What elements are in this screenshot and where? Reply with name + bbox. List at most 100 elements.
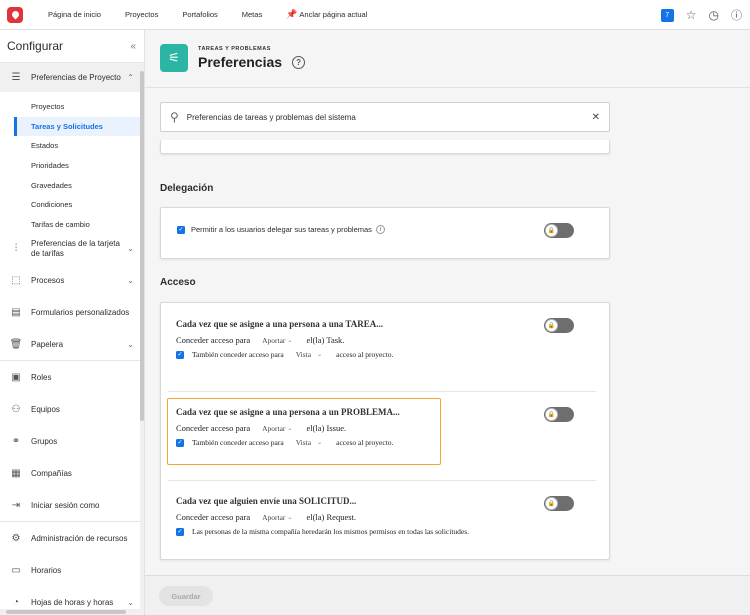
grant-access-dropdown[interactable]: Aportar ⌄ — [262, 336, 292, 345]
pin-page-button[interactable]: 📌 Anclar página actual — [274, 9, 379, 20]
save-button[interactable]: Guardar — [159, 586, 213, 606]
delegate-checkbox[interactable]: ✓ — [177, 225, 185, 234]
project-access-dropdown[interactable]: Vista ⌄ — [296, 350, 322, 359]
chevron-down-icon: ⌄ — [317, 352, 323, 358]
also-grant-checkbox[interactable]: ✓ — [176, 350, 184, 359]
sidebar-title: Configurar — [7, 39, 64, 53]
task-lock-toggle[interactable]: 🔒 — [544, 318, 574, 333]
grant-access-value: Aportar — [262, 335, 286, 345]
sidebar-item-roles[interactable]: ▣ Roles — [0, 361, 144, 393]
nav-home[interactable]: Página de inicio — [30, 10, 113, 19]
top-nav: Página de inicio Proyectos Portafolios M… — [30, 0, 379, 30]
sidebar-sub-conditions[interactable]: Condiciones — [0, 195, 144, 215]
chevron-down-icon: ⌄ — [127, 339, 134, 349]
sidebar-item-processes[interactable]: ⬚ Procesos ⌄ — [0, 264, 144, 296]
history-icon[interactable]: ◷ — [709, 8, 719, 22]
sidebar-item-custom-forms[interactable]: ▤ Formularios personalizados — [0, 296, 144, 328]
sidebar-item-label: Roles — [31, 372, 52, 382]
sidebar-scroll-thumb[interactable] — [140, 71, 144, 421]
nav-portfolios[interactable]: Portafolios — [170, 10, 229, 19]
sidebar-item-resource-management[interactable]: ⚙ Administración de recursos — [0, 522, 144, 554]
sidebar-item-label: Formularios personalizados — [31, 307, 130, 317]
grant-target: el(la) Request. — [306, 512, 357, 522]
chevron-up-icon: ⌃ — [127, 73, 134, 82]
help-circle-icon[interactable]: ? — [292, 55, 306, 69]
chevron-down-icon: ⌄ — [127, 244, 134, 254]
sidebar-item-label: Preferencias de la tarjeta de tarifas — [31, 239, 120, 259]
also-grant-line: ✓ También conceder acceso para Vista ⌄ ac… — [176, 350, 596, 359]
sidebar-sub-tasks-requests[interactable]: Tareas y Solicitudes — [14, 116, 144, 137]
top-bar: Página de inicio Proyectos Portafolios M… — [0, 0, 750, 30]
section-heading-access: Acceso — [160, 277, 196, 288]
sidebar-sub-statuses[interactable]: Estados — [0, 136, 144, 156]
delegation-card: ✓ Permitir a los usuarios delegar sus ta… — [160, 207, 610, 259]
info-icon[interactable]: i — [375, 225, 385, 234]
grant-target: el(la) Task. — [306, 335, 345, 345]
companies-icon: ▦ — [11, 467, 21, 479]
sidebar-item-label: Papelera — [31, 339, 64, 349]
nav-projects[interactable]: Proyectos — [113, 10, 170, 19]
clear-search-icon[interactable]: ✕ — [592, 112, 600, 123]
resource-management-icon: ⚙ — [11, 532, 21, 544]
footer-bar: Guardar — [145, 575, 750, 615]
app-logo[interactable] — [0, 0, 30, 30]
access-row-title: Cada vez que alguien envíe una SOLICITUD… — [176, 496, 357, 506]
sidebar-sub-projects[interactable]: Proyectos — [0, 97, 144, 117]
sidebar-sub-severities[interactable]: Gravedades — [0, 175, 144, 195]
notifications-badge[interactable]: 7 — [660, 8, 674, 22]
sidebar-item-project-preferences[interactable]: ☰ Preferencias de Proyecto ⌃ — [0, 63, 144, 92]
grant-access-dropdown[interactable]: Aportar ⌄ — [262, 513, 292, 522]
sidebar-item-label: Hojas de horas y horas — [31, 597, 114, 607]
row-divider — [168, 391, 596, 392]
calendar-icon: ▭ — [11, 564, 21, 576]
chevron-down-icon: ⌄ — [127, 275, 134, 285]
sidebar-horizontal-scrollbar[interactable] — [0, 609, 141, 615]
star-icon[interactable]: ☆ — [686, 8, 697, 22]
pin-page-label: Anclar página actual — [299, 10, 368, 19]
lock-icon: 🔒 — [545, 408, 558, 421]
sidebar-item-rate-card-preferences[interactable]: ⫶ Preferencias de la tarjeta de tarifas … — [0, 234, 144, 264]
rate-card-icon: ⫶ — [14, 243, 18, 255]
sidebar-item-label: Iniciar sesión como — [31, 500, 100, 510]
access-row-task: Cada vez que se asigne a una persona a u… — [176, 319, 596, 359]
also-grant-label: También conceder acceso para — [192, 350, 284, 359]
sidebar-item-schedules[interactable]: ▭ Horarios — [0, 554, 144, 586]
workfront-logo-icon — [7, 6, 23, 23]
sidebar-item-label: Equipos — [31, 404, 60, 414]
sidebar-item-label: Procesos — [31, 275, 65, 285]
request-lock-toggle[interactable]: 🔒 — [544, 496, 574, 511]
sidebar-horizontal-thumb[interactable] — [6, 610, 126, 614]
section-heading-delegation: Delegación — [160, 183, 214, 194]
sidebar-sub-priorities[interactable]: Prioridades — [0, 156, 144, 176]
lock-icon: 🔒 — [545, 497, 558, 510]
sidebar-item-companies[interactable]: ▦ Compañías — [0, 457, 144, 489]
sidebar-item-label: Horarios — [31, 565, 62, 575]
main-content: ⚟ TAREAS Y PROBLEMAS Preferencias ? ⚲ Pr… — [145, 30, 750, 615]
inherit-line: ✓ Las personas de la misma compañía here… — [176, 527, 596, 536]
sidebar-item-label: Preferencias de Proyecto — [31, 73, 121, 82]
roles-icon: ▣ — [11, 371, 21, 383]
collapse-sidebar-icon[interactable]: « — [130, 41, 136, 52]
sidebar-sub-exchange-rates[interactable]: Tarifas de cambio — [0, 215, 144, 235]
processes-icon: ⬚ — [11, 274, 21, 286]
sidebar-item-teams[interactable]: ⚇ Equipos — [0, 393, 144, 425]
inherit-permissions-checkbox[interactable]: ✓ — [176, 527, 184, 536]
sidebar-scrollbar[interactable] — [140, 63, 144, 615]
issue-lock-toggle[interactable]: 🔒 — [544, 407, 574, 422]
sidebar-item-groups[interactable]: ⚭ Grupos — [0, 425, 144, 457]
trash-icon: 🗑 — [9, 338, 23, 350]
grant-label: Conceder acceso para — [176, 335, 251, 345]
teams-icon: ⚇ — [11, 403, 21, 415]
page-title-text: Preferencias — [198, 54, 283, 70]
search-input[interactable]: ⚲ Preferencias de tareas y problemas del… — [160, 102, 610, 132]
delegation-lock-toggle[interactable]: 🔒 — [544, 223, 574, 238]
nav-goals[interactable]: Metas — [230, 10, 274, 19]
help-icon[interactable]: ⓘ — [731, 7, 742, 23]
project-access-value: Vista — [295, 350, 312, 359]
sidebar-item-trash[interactable]: 🗑 Papelera ⌄ — [0, 328, 144, 360]
login-as-icon: ⇥ — [11, 499, 21, 511]
page-title: Preferencias ? — [198, 54, 306, 70]
grant-access-value: Aportar — [262, 512, 286, 522]
sidebar-item-login-as[interactable]: ⇥ Iniciar sesión como — [0, 489, 144, 521]
row-divider — [168, 480, 596, 481]
